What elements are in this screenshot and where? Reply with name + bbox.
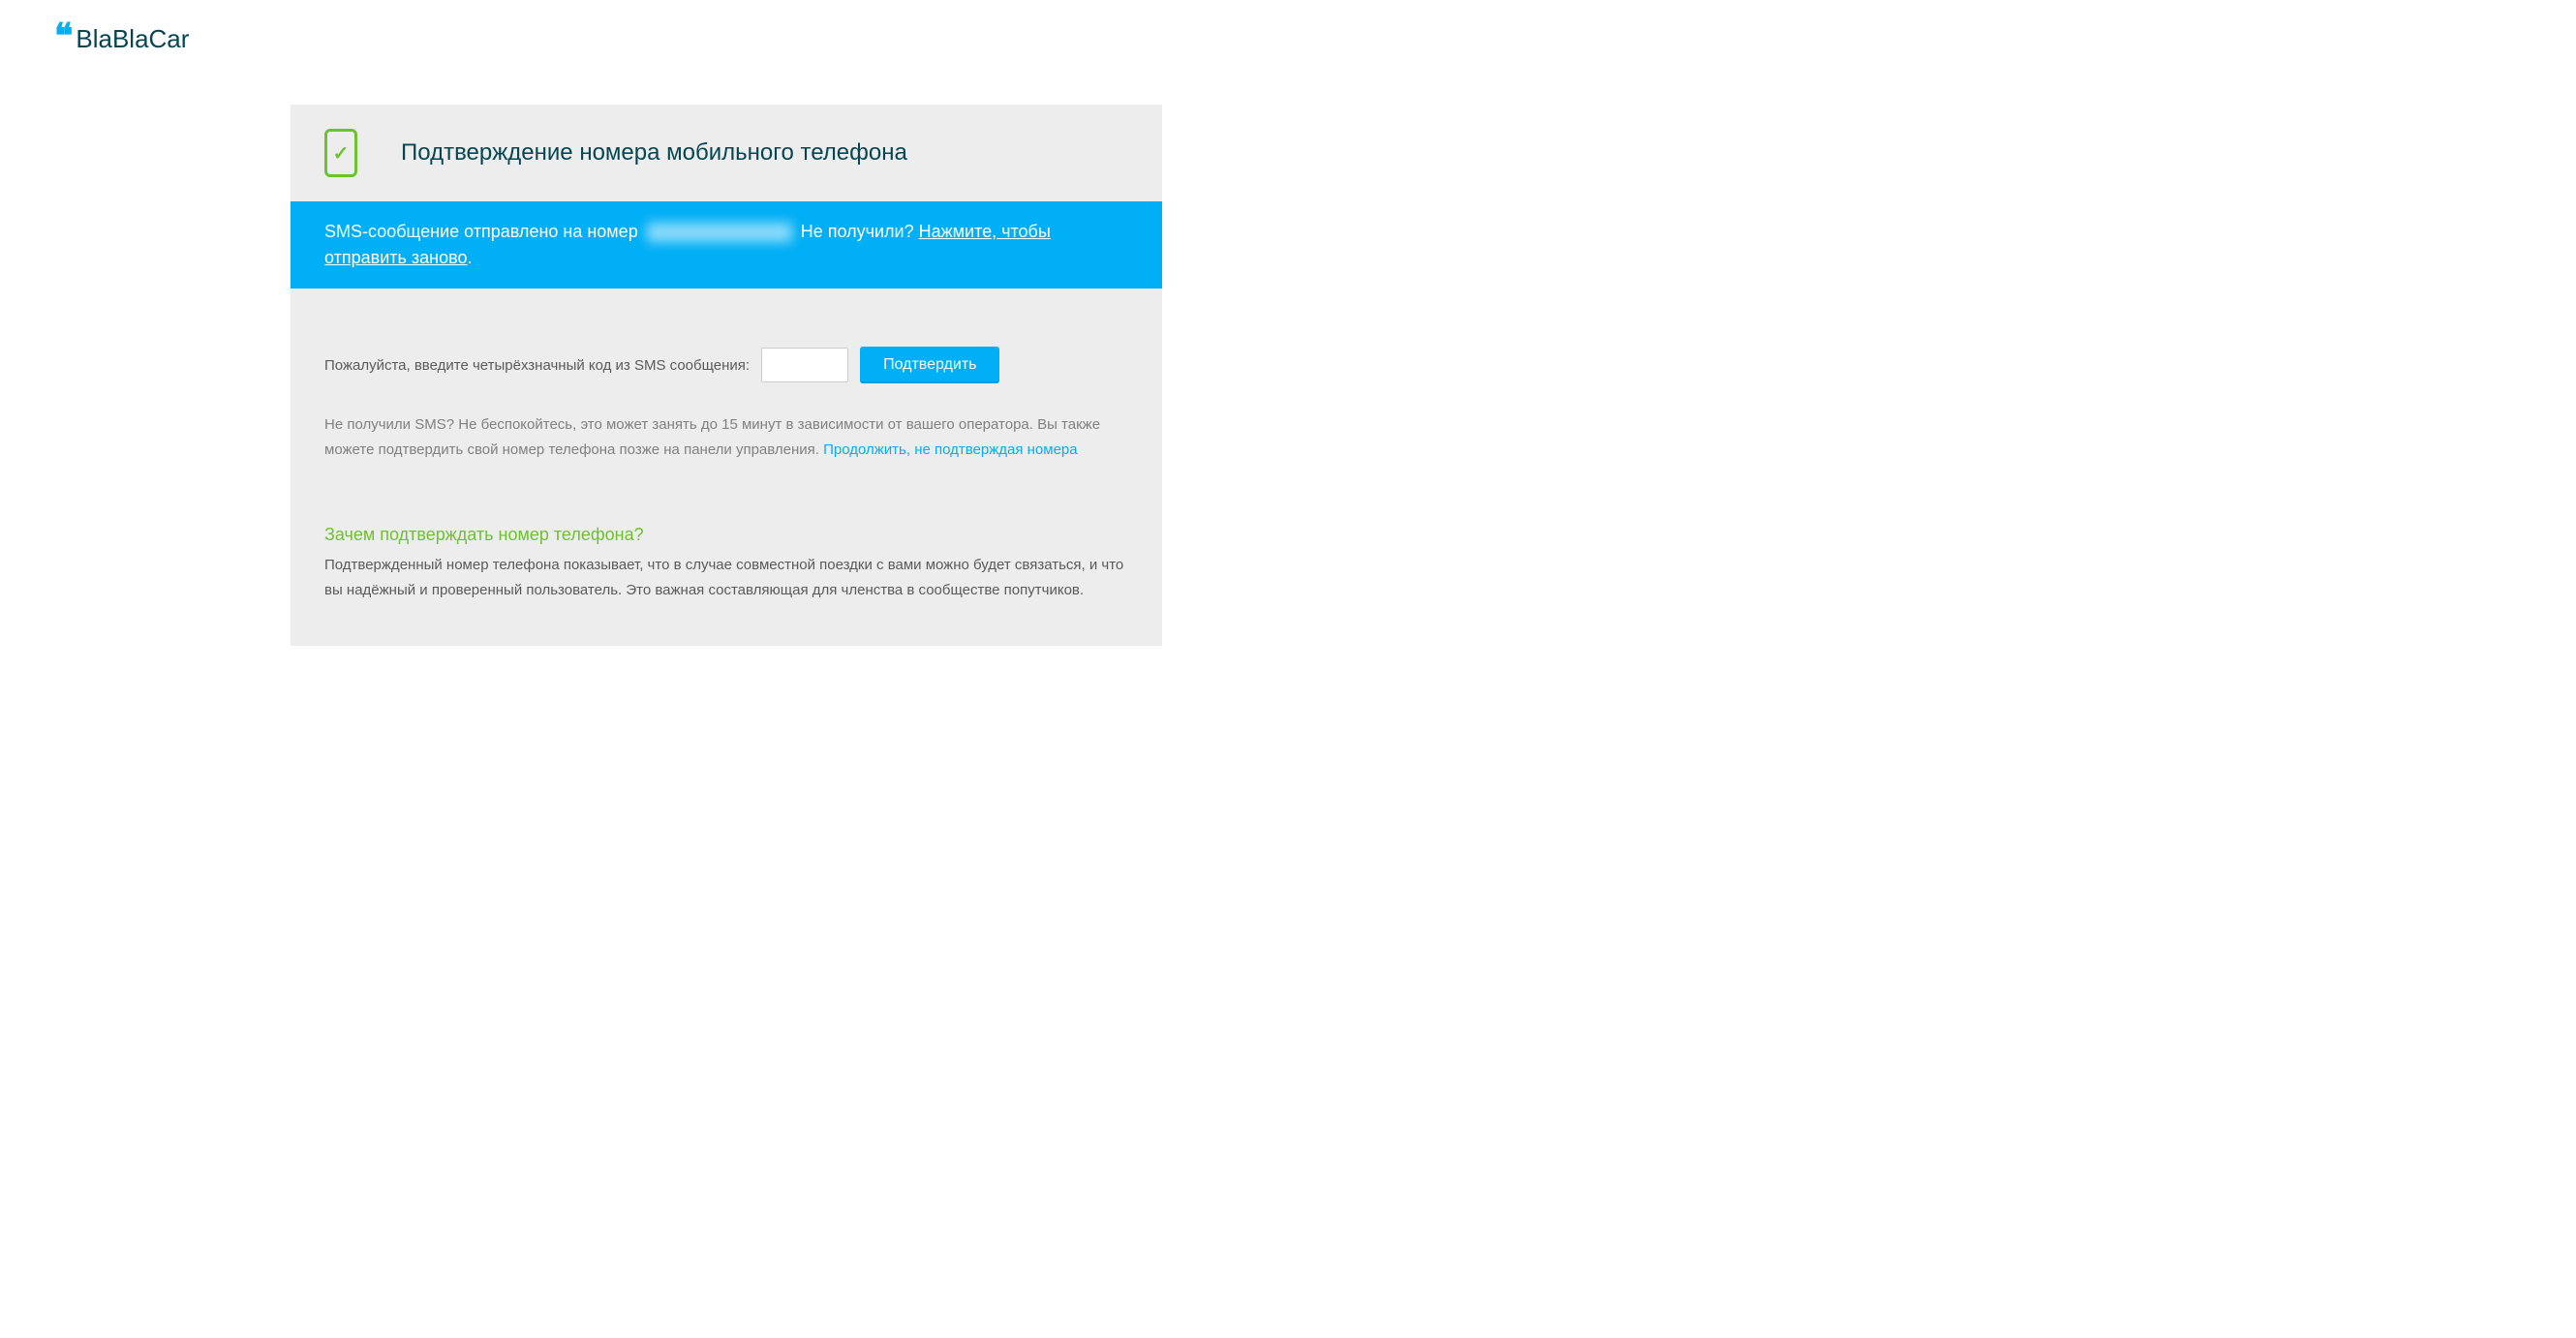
- form-section: Пожалуйста, введите четырёхзначный код и…: [291, 289, 1162, 383]
- phone-verified-icon: ✓: [324, 129, 357, 177]
- sms-code-input[interactable]: [761, 348, 848, 382]
- banner-text-after: Не получили?: [796, 222, 919, 241]
- logo-quote-icon: ❝: [54, 18, 73, 53]
- help-text-section: Не получили SMS? Не беспокойтесь, это мо…: [291, 412, 1162, 462]
- main-container: ✓ Подтверждение номера мобильного телефо…: [291, 105, 1162, 646]
- header-section: ✓ Подтверждение номера мобильного телефо…: [291, 105, 1162, 201]
- sms-sent-banner: SMS-сообщение отправлено на номер Не пол…: [291, 201, 1162, 289]
- phone-number-redacted: [647, 223, 792, 242]
- banner-text-before: SMS-сообщение отправлено на номер: [324, 222, 643, 241]
- confirm-button[interactable]: Подтвердить: [860, 347, 999, 383]
- code-input-label: Пожалуйста, введите четырёхзначный код и…: [324, 357, 750, 374]
- check-icon: ✓: [333, 141, 350, 166]
- banner-period: .: [467, 248, 472, 267]
- why-title: Зачем подтверждать номер телефона?: [324, 525, 1128, 545]
- page-title: Подтверждение номера мобильного телефона: [401, 139, 907, 167]
- continue-without-verify-link[interactable]: Продолжить, не подтверждая номера: [823, 441, 1078, 458]
- why-text: Подтвержденный номер телефона показывает…: [324, 553, 1128, 602]
- why-section: Зачем подтверждать номер телефона? Подтв…: [291, 462, 1162, 602]
- logo-text: BlaBlaCar: [76, 24, 189, 54]
- code-form-row: Пожалуйста, введите четырёхзначный код и…: [324, 347, 1128, 383]
- logo[interactable]: ❝ BlaBlaCar: [0, 0, 1453, 56]
